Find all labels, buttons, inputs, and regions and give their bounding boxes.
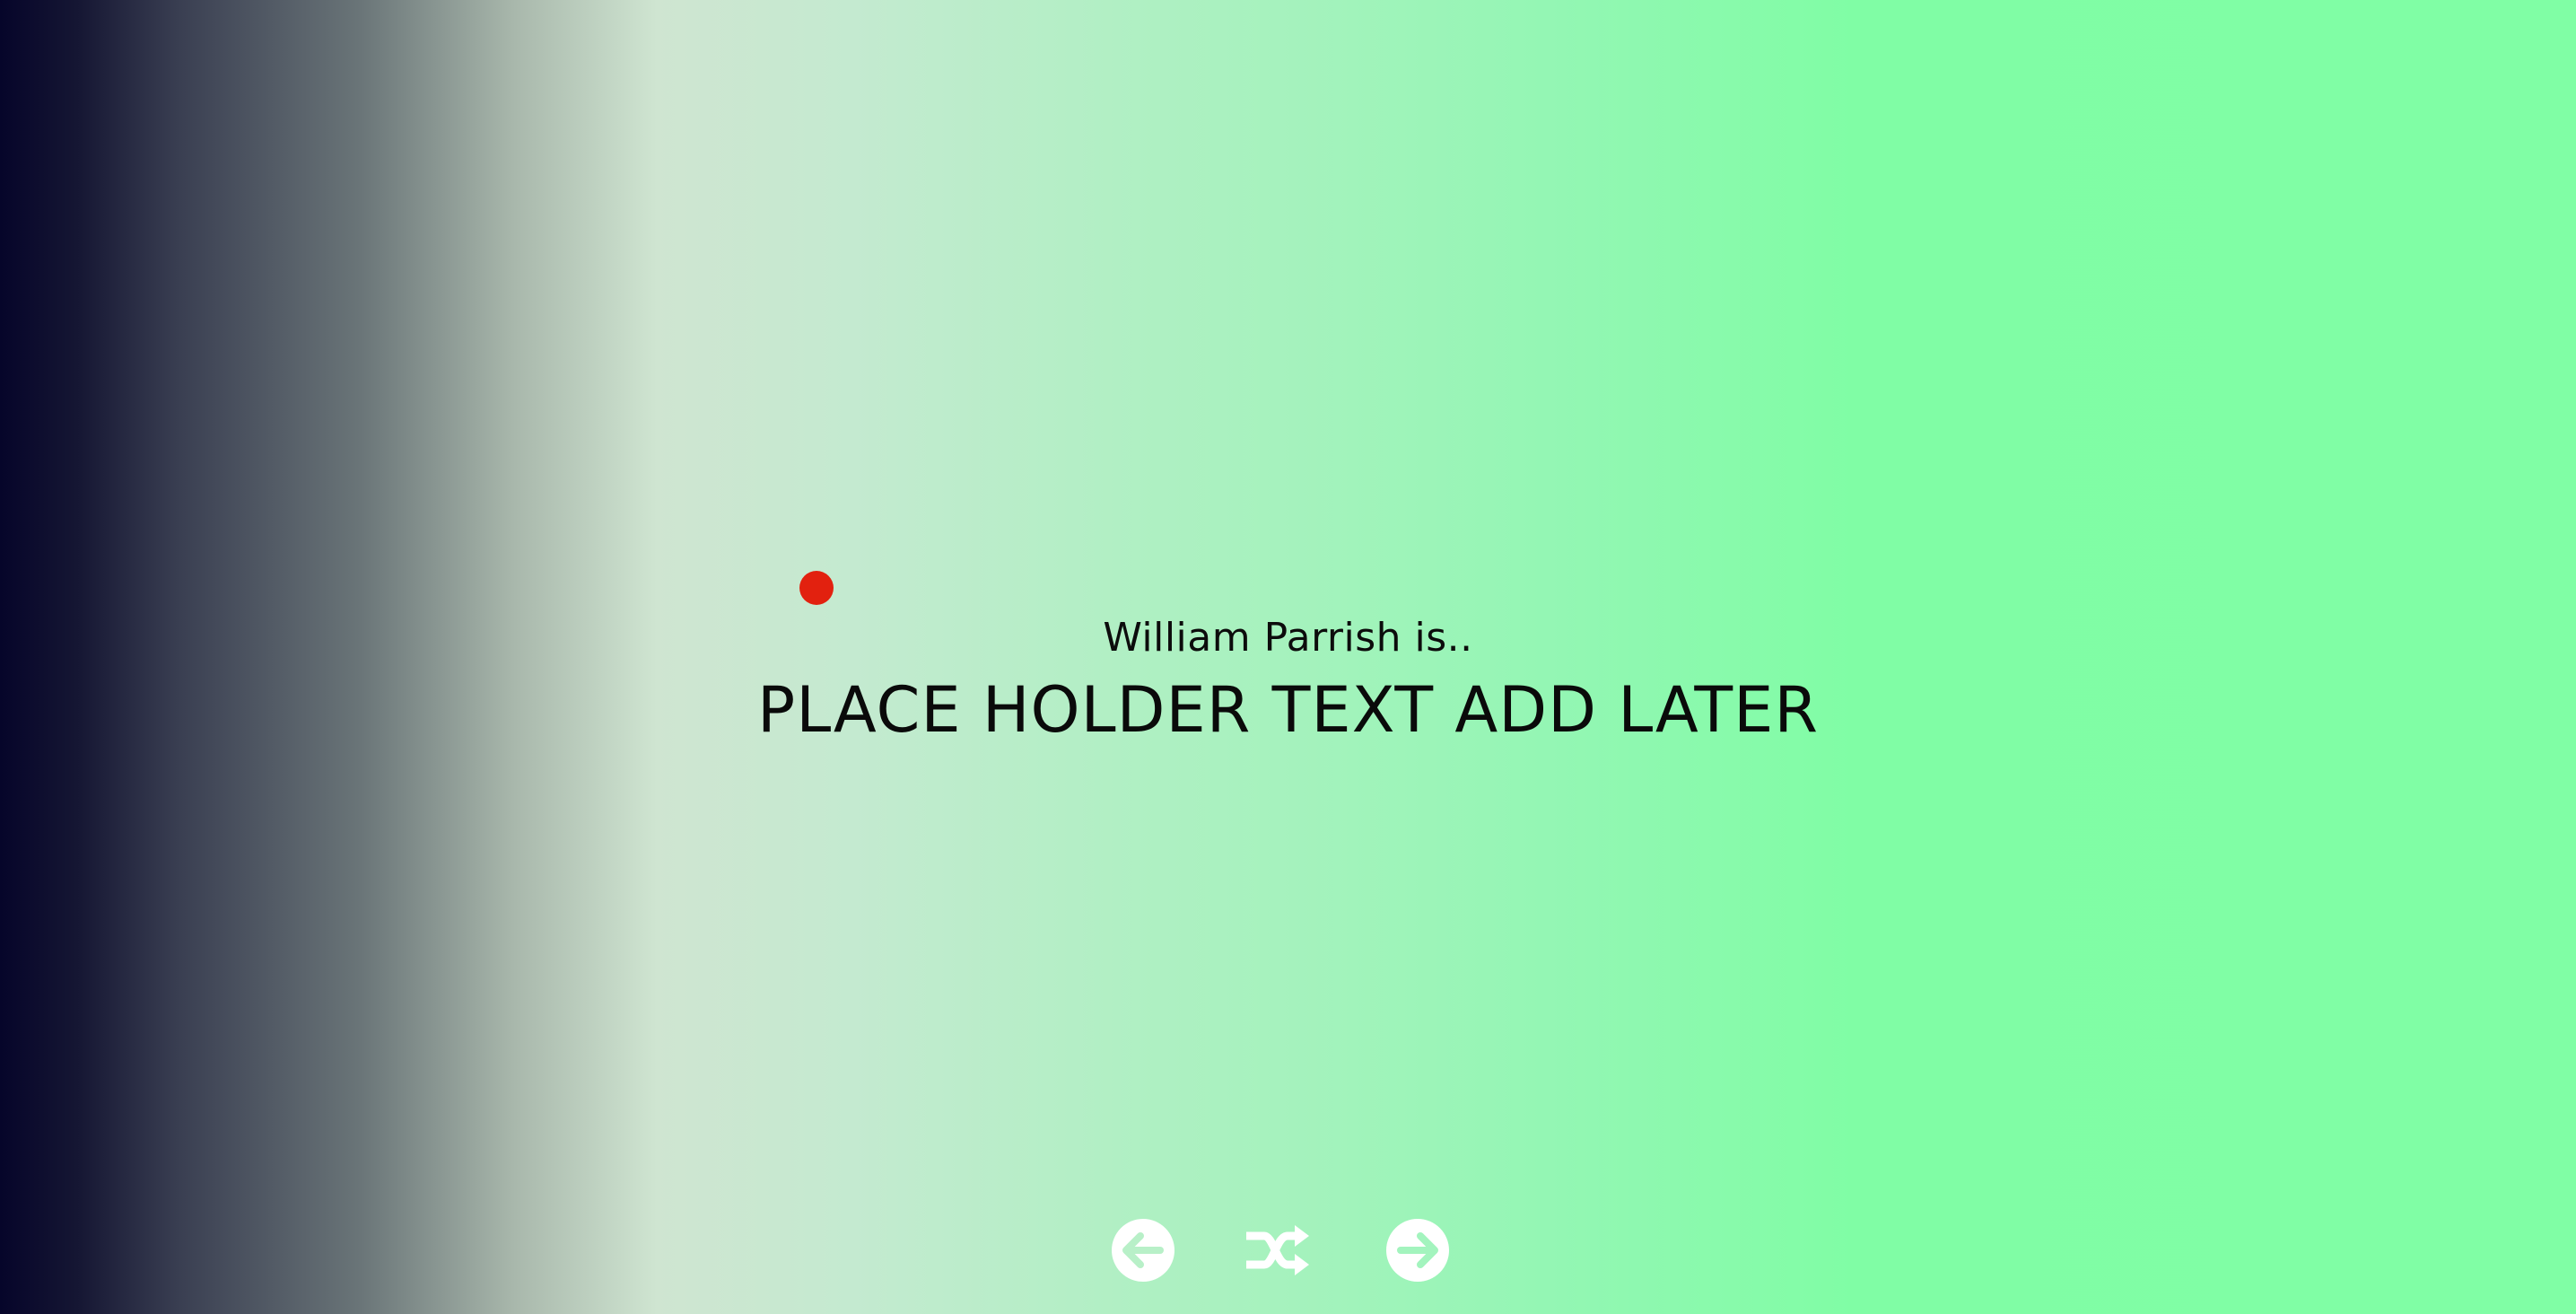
phrase-controls bbox=[1111, 1218, 1452, 1286]
shuffle-icon bbox=[1246, 1225, 1309, 1275]
page: William Parrish is.. PLACE HOLDER TEXT A… bbox=[0, 0, 2576, 1314]
arrow-left-circle-icon bbox=[1112, 1219, 1174, 1282]
next-button[interactable] bbox=[1385, 1218, 1450, 1283]
intro-lead-text: William Parrish is.. bbox=[1103, 615, 1473, 661]
record-indicator-dot bbox=[799, 571, 834, 605]
shuffle-button[interactable] bbox=[1246, 1218, 1311, 1283]
intro-headline: PLACE HOLDER TEXT ADD LATER bbox=[757, 673, 1819, 747]
previous-button[interactable] bbox=[1111, 1218, 1175, 1283]
arrow-right-circle-icon bbox=[1386, 1219, 1449, 1282]
